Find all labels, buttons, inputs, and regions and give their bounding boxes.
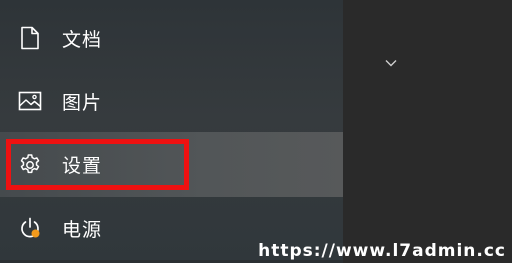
- menu-item-label: 文档: [62, 28, 103, 51]
- menu-item-pictures[interactable]: 图片: [0, 70, 343, 132]
- highlight-annotation-box: [6, 139, 189, 190]
- power-icon: [17, 215, 43, 241]
- content-pane: [343, 0, 512, 263]
- document-icon: [17, 25, 43, 51]
- menu-item-documents[interactable]: 文档: [0, 7, 343, 69]
- menu-item-label: 电源: [62, 218, 103, 241]
- chevron-down-icon[interactable]: [383, 56, 399, 70]
- start-menu-sidebar: 文档 图片 设置 电源: [0, 0, 343, 263]
- menu-item-label: 图片: [62, 91, 103, 114]
- picture-icon: [17, 88, 43, 114]
- watermark-text: https://www.l7admin.cc: [258, 241, 506, 261]
